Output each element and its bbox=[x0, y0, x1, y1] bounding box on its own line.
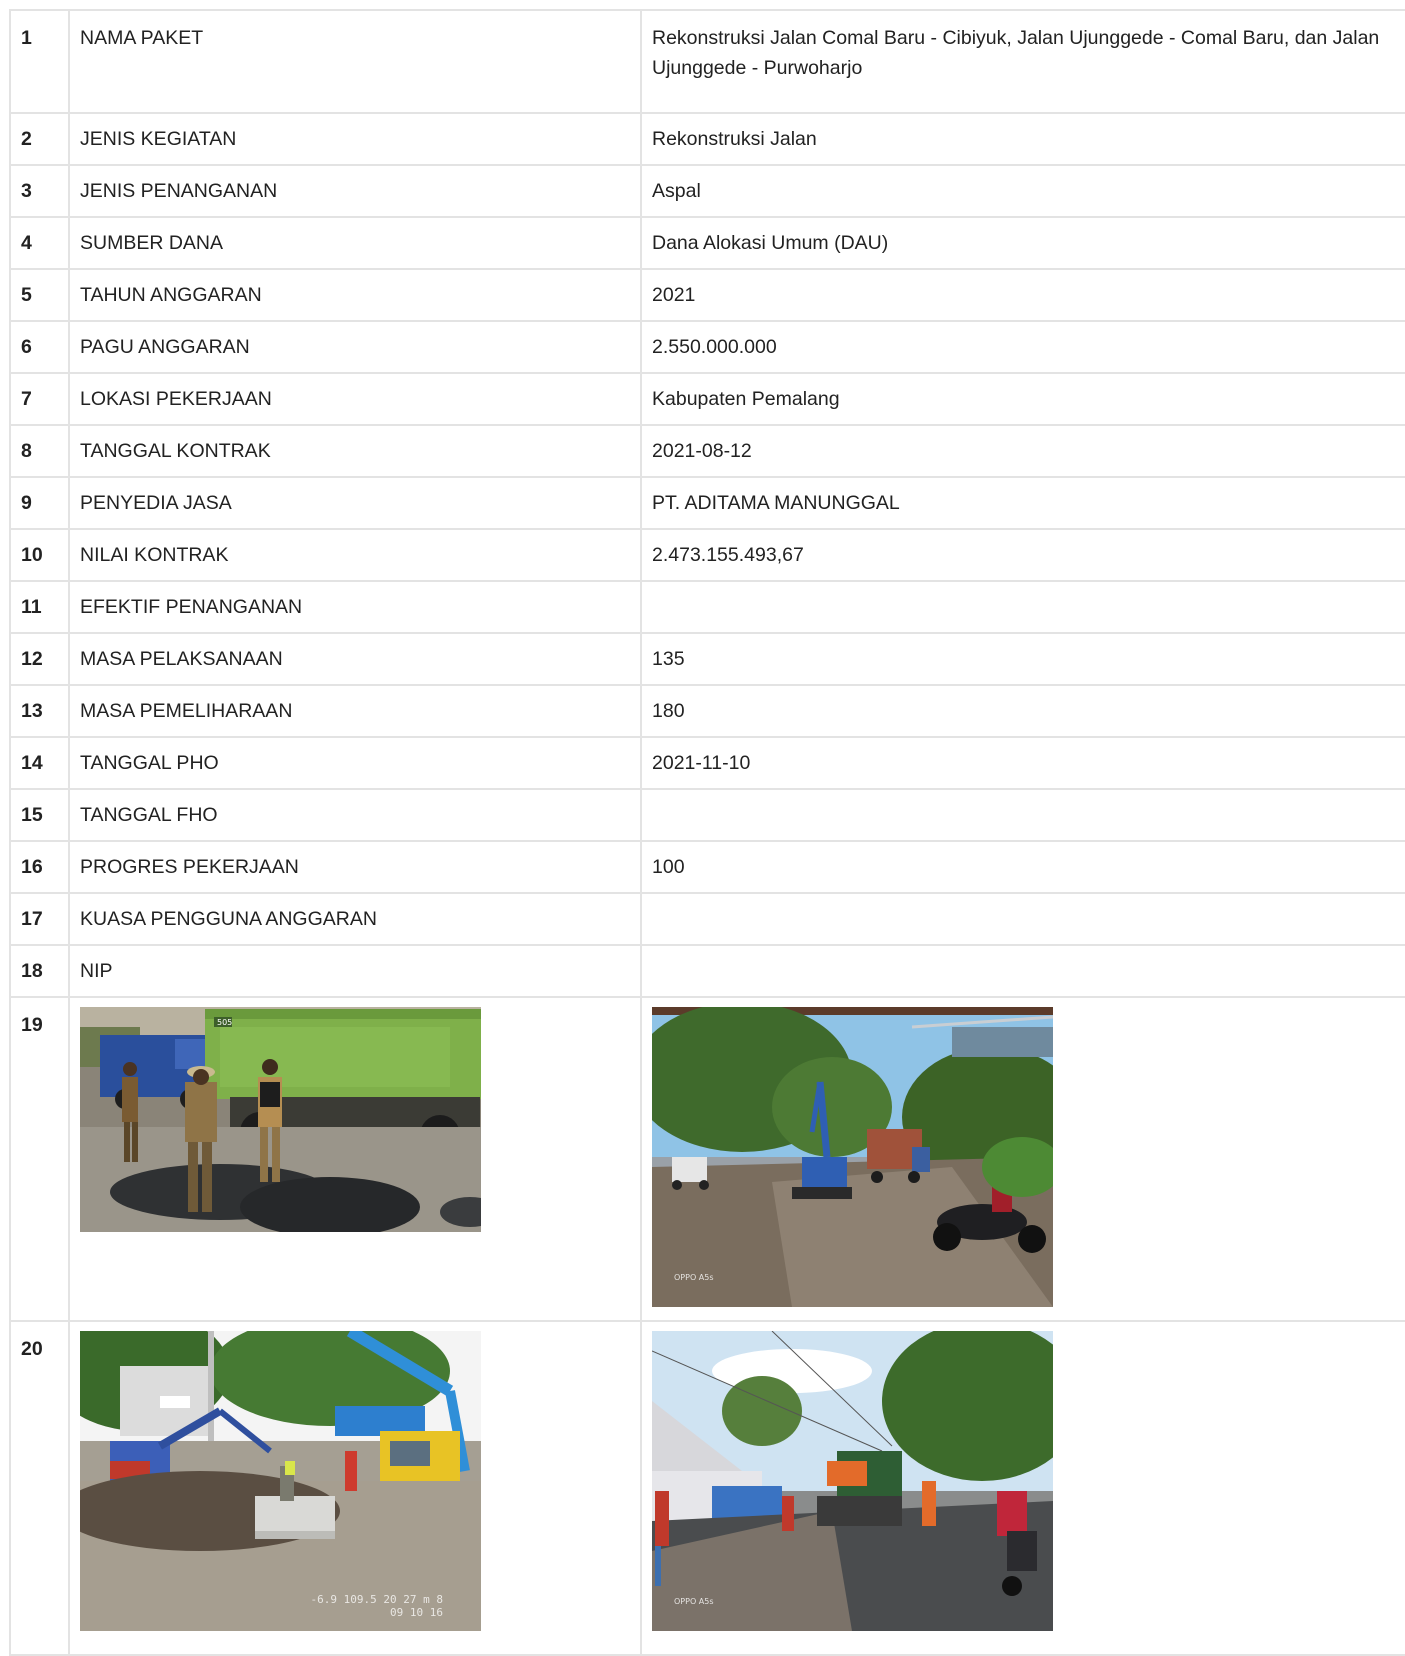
table-row: 8 TANGGAL KONTRAK 2021-08-12 bbox=[9, 424, 1405, 478]
table-body: 1 NAMA PAKET Rekonstruksi Jalan Comal Ba… bbox=[9, 9, 1405, 1656]
row-number: 6 bbox=[9, 320, 70, 374]
row-label: TANGGAL KONTRAK bbox=[68, 424, 642, 478]
row-number: 16 bbox=[9, 840, 70, 894]
row-value: 2021-08-12 bbox=[640, 424, 1405, 478]
table-row: 12 MASA PELAKSANAAN 135 bbox=[9, 632, 1405, 686]
table-row: 4 SUMBER DANA Dana Alokasi Umum (DAU) bbox=[9, 216, 1405, 270]
row-value: Rekonstruksi Jalan bbox=[640, 112, 1405, 166]
truck-plate-number: 505 bbox=[217, 1018, 232, 1027]
camera-caption: OPPO A5s bbox=[674, 1597, 714, 1606]
photo-row: 19 505 OPPO A5s bbox=[9, 996, 1405, 1322]
row-value: Dana Alokasi Umum (DAU) bbox=[640, 216, 1405, 270]
row-value: Aspal bbox=[640, 164, 1405, 218]
row-label: NAMA PAKET bbox=[68, 9, 642, 114]
row-label: PENYEDIA JASA bbox=[68, 476, 642, 530]
row-label: NILAI KONTRAK bbox=[68, 528, 642, 582]
photo-cell: 505 bbox=[68, 996, 642, 1322]
project-info-table: 1 NAMA PAKET Rekonstruksi Jalan Comal Ba… bbox=[9, 9, 1405, 1656]
row-label: KUASA PENGGUNA ANGGARAN bbox=[68, 892, 642, 946]
row-number: 20 bbox=[9, 1320, 70, 1656]
row-label: LOKASI PEKERJAAN bbox=[68, 372, 642, 426]
table-row: 18 NIP bbox=[9, 944, 1405, 998]
row-value bbox=[640, 788, 1405, 842]
row-value bbox=[640, 580, 1405, 634]
table-row: 16 PROGRES PEKERJAAN 100 bbox=[9, 840, 1405, 894]
table-row: 1 NAMA PAKET Rekonstruksi Jalan Comal Ba… bbox=[9, 9, 1405, 114]
row-value bbox=[640, 944, 1405, 998]
row-label: TANGGAL FHO bbox=[68, 788, 642, 842]
row-label: JENIS KEGIATAN bbox=[68, 112, 642, 166]
row-number: 10 bbox=[9, 528, 70, 582]
photo-culvert-installation-image bbox=[80, 1331, 481, 1631]
table-row: 17 KUASA PENGGUNA ANGGARAN bbox=[9, 892, 1405, 946]
photo-site-inspection[interactable]: 505 bbox=[80, 1007, 481, 1232]
row-value: 2.550.000.000 bbox=[640, 320, 1405, 374]
photo-timestamp-line: -6.9 109.5 20 27 m 8 bbox=[310, 1593, 443, 1606]
table-row: 5 TAHUN ANGGARAN 2021 bbox=[9, 268, 1405, 322]
row-number: 15 bbox=[9, 788, 70, 842]
row-number: 18 bbox=[9, 944, 70, 998]
row-label: MASA PEMELIHARAAN bbox=[68, 684, 642, 738]
row-value: 180 bbox=[640, 684, 1405, 738]
photo-timestamp: -6.9 109.5 20 27 m 8 09 10 16 bbox=[311, 1593, 443, 1619]
row-number: 5 bbox=[9, 268, 70, 322]
table-row: 10 NILAI KONTRAK 2.473.155.493,67 bbox=[9, 528, 1405, 582]
photo-site-inspection-image: 505 bbox=[80, 1007, 481, 1232]
row-number: 8 bbox=[9, 424, 70, 478]
photo-road-excavator-image bbox=[652, 1007, 1053, 1307]
row-number: 1 bbox=[9, 9, 70, 114]
row-value: 100 bbox=[640, 840, 1405, 894]
photo-asphalt-paving-image bbox=[652, 1331, 1053, 1631]
row-number: 19 bbox=[9, 996, 70, 1322]
photo-road-excavator[interactable]: OPPO A5s bbox=[652, 1007, 1053, 1307]
table-row: 6 PAGU ANGGARAN 2.550.000.000 bbox=[9, 320, 1405, 374]
table-row: 9 PENYEDIA JASA PT. ADITAMA MANUNGGAL bbox=[9, 476, 1405, 530]
row-value: 135 bbox=[640, 632, 1405, 686]
row-label: SUMBER DANA bbox=[68, 216, 642, 270]
photo-cell: OPPO A5s bbox=[640, 1320, 1405, 1656]
row-value: 2.473.155.493,67 bbox=[640, 528, 1405, 582]
photo-cell: -6.9 109.5 20 27 m 8 09 10 16 bbox=[68, 1320, 642, 1656]
row-label: NIP bbox=[68, 944, 642, 998]
photo-row: 20 -6.9 109.5 20 27 m 8 09 10 16 OPPO A5… bbox=[9, 1320, 1405, 1656]
row-label: TAHUN ANGGARAN bbox=[68, 268, 642, 322]
row-number: 7 bbox=[9, 372, 70, 426]
row-value: 2021-11-10 bbox=[640, 736, 1405, 790]
row-number: 17 bbox=[9, 892, 70, 946]
row-number: 2 bbox=[9, 112, 70, 166]
table-row: 11 EFEKTIF PENANGANAN bbox=[9, 580, 1405, 634]
photo-culvert-installation[interactable]: -6.9 109.5 20 27 m 8 09 10 16 bbox=[80, 1331, 481, 1631]
photo-asphalt-paving[interactable]: OPPO A5s bbox=[652, 1331, 1053, 1631]
row-number: 9 bbox=[9, 476, 70, 530]
row-label: EFEKTIF PENANGANAN bbox=[68, 580, 642, 634]
row-value: Rekonstruksi Jalan Comal Baru - Cibiyuk,… bbox=[640, 9, 1405, 114]
table-row: 14 TANGGAL PHO 2021-11-10 bbox=[9, 736, 1405, 790]
photo-cell: OPPO A5s bbox=[640, 996, 1405, 1322]
table-row: 7 LOKASI PEKERJAAN Kabupaten Pemalang bbox=[9, 372, 1405, 426]
photo-timestamp-line: 09 10 16 bbox=[390, 1606, 443, 1619]
table-row: 13 MASA PEMELIHARAAN 180 bbox=[9, 684, 1405, 738]
row-label: TANGGAL PHO bbox=[68, 736, 642, 790]
row-number: 14 bbox=[9, 736, 70, 790]
table-row: 15 TANGGAL FHO bbox=[9, 788, 1405, 842]
table-row: 3 JENIS PENANGANAN Aspal bbox=[9, 164, 1405, 218]
table-row: 2 JENIS KEGIATAN Rekonstruksi Jalan bbox=[9, 112, 1405, 166]
row-value bbox=[640, 892, 1405, 946]
camera-caption: OPPO A5s bbox=[674, 1273, 714, 1282]
row-number: 3 bbox=[9, 164, 70, 218]
row-label: PAGU ANGGARAN bbox=[68, 320, 642, 374]
row-value: Kabupaten Pemalang bbox=[640, 372, 1405, 426]
row-number: 12 bbox=[9, 632, 70, 686]
row-label: JENIS PENANGANAN bbox=[68, 164, 642, 218]
row-number: 13 bbox=[9, 684, 70, 738]
row-number: 11 bbox=[9, 580, 70, 634]
row-label: PROGRES PEKERJAAN bbox=[68, 840, 642, 894]
row-value: 2021 bbox=[640, 268, 1405, 322]
row-number: 4 bbox=[9, 216, 70, 270]
row-value: PT. ADITAMA MANUNGGAL bbox=[640, 476, 1405, 530]
row-label: MASA PELAKSANAAN bbox=[68, 632, 642, 686]
